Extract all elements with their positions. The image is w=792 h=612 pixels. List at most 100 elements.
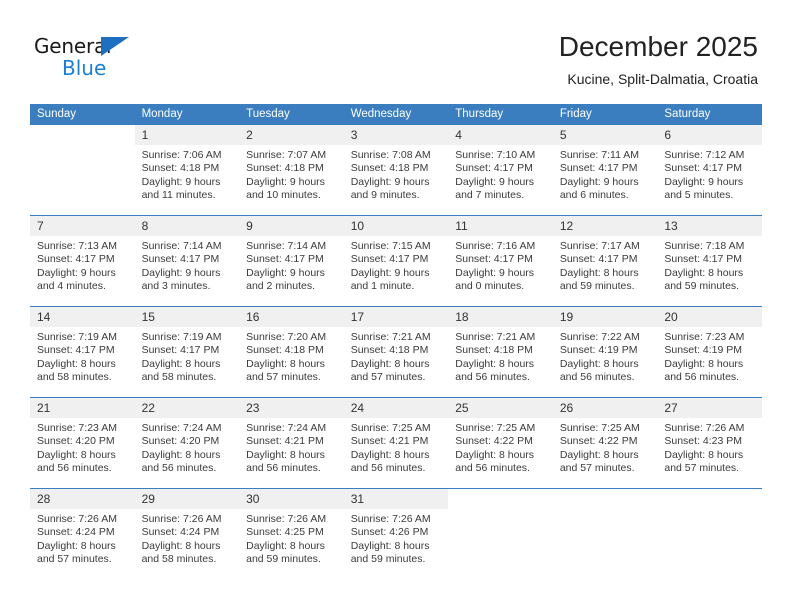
daylight-line-1: Daylight: 9 hours <box>246 175 325 188</box>
calendar-day-cell[interactable]: 15 Sunrise: 7:19 AM Sunset: 4:17 PM Dayligh… <box>134 306 240 398</box>
calendar-day-cell[interactable]: 12 Sunrise: 7:17 AM Sunset: 4:17 PM Dayligh… <box>552 215 658 307</box>
day-sun-info: Sunrise: 7:26 AM Sunset: 4:23 PM Daylight:… <box>657 418 762 475</box>
day-cell-inner: 16 Sunrise: 7:20 AM Sunset: 4:18 PM Dayligh… <box>239 307 344 397</box>
day-sun-info: Sunrise: 7:16 AM Sunset: 4:17 PM Daylight:… <box>448 236 553 293</box>
calendar-day-cell[interactable]: 19 Sunrise: 7:22 AM Sunset: 4:19 PM Dayligh… <box>552 306 658 398</box>
calendar-day-cell[interactable]: 3 Sunrise: 7:08 AM Sunset: 4:18 PM Daylight… <box>343 125 449 216</box>
sunset-line: Sunset: 4:23 PM <box>664 435 743 448</box>
calendar-day-cell[interactable]: 6 Sunrise: 7:12 AM Sunset: 4:17 PM Daylight… <box>657 125 762 216</box>
day-cell-inner <box>448 489 553 579</box>
day-number: 15 <box>134 307 240 327</box>
day-number <box>30 125 135 145</box>
daylight-line-1: Daylight: 8 hours <box>246 539 325 552</box>
calendar-day-cell[interactable]: 25 Sunrise: 7:25 AM Sunset: 4:22 PM Dayligh… <box>448 397 553 489</box>
day-number: 23 <box>239 398 344 418</box>
calendar-day-cell[interactable]: 26 Sunrise: 7:25 AM Sunset: 4:22 PM Dayligh… <box>552 397 658 489</box>
day-cell-inner: 19 Sunrise: 7:22 AM Sunset: 4:19 PM Dayligh… <box>552 307 658 397</box>
day-cell-inner <box>657 489 762 579</box>
page-subtitle-location: Kucine, Split-Dalmatia, Croatia <box>567 71 758 87</box>
calendar-week-row: 1 Sunrise: 7:06 AM Sunset: 4:18 PM Daylight… <box>30 125 762 216</box>
daylight-line-1: Daylight: 8 hours <box>37 448 116 461</box>
day-sun-info: Sunrise: 7:12 AM Sunset: 4:17 PM Daylight:… <box>657 145 762 202</box>
daylight-line-2: and 6 minutes. <box>559 188 629 201</box>
calendar-day-cell[interactable]: 8 Sunrise: 7:14 AM Sunset: 4:17 PM Daylight… <box>134 215 240 307</box>
daylight-line-2: and 56 minutes. <box>246 461 321 474</box>
day-number: 25 <box>448 398 553 418</box>
daylight-line-2: and 57 minutes. <box>664 461 740 474</box>
calendar-day-cell[interactable]: 13 Sunrise: 7:18 AM Sunset: 4:17 PM Dayligh… <box>657 215 762 307</box>
calendar-day-cell[interactable]: 16 Sunrise: 7:20 AM Sunset: 4:18 PM Dayligh… <box>239 306 344 398</box>
day-sun-info <box>448 509 553 513</box>
day-sun-info: Sunrise: 7:26 AM Sunset: 4:24 PM Daylight:… <box>135 509 240 566</box>
calendar-day-cell[interactable]: 23 Sunrise: 7:24 AM Sunset: 4:21 PM Dayligh… <box>239 397 344 489</box>
sunset-line: Sunset: 4:17 PM <box>664 162 743 175</box>
sunset-line: Sunset: 4:18 PM <box>350 344 429 357</box>
calendar-day-cell[interactable]: 14 Sunrise: 7:19 AM Sunset: 4:17 PM Dayligh… <box>30 306 135 398</box>
day-cell-inner: 15 Sunrise: 7:19 AM Sunset: 4:17 PM Dayligh… <box>134 307 240 397</box>
calendar-day-cell[interactable]: 20 Sunrise: 7:23 AM Sunset: 4:19 PM Dayligh… <box>657 306 762 398</box>
calendar-day-cell[interactable]: 5 Sunrise: 7:11 AM Sunset: 4:17 PM Daylight… <box>552 125 658 216</box>
day-cell-inner: 25 Sunrise: 7:25 AM Sunset: 4:22 PM Dayligh… <box>448 398 553 488</box>
calendar-day-cell[interactable]: 29 Sunrise: 7:26 AM Sunset: 4:24 PM Dayligh… <box>134 488 240 579</box>
sunset-line: Sunset: 4:17 PM <box>559 162 638 175</box>
sunset-line: Sunset: 4:24 PM <box>37 526 115 539</box>
day-sun-info: Sunrise: 7:23 AM Sunset: 4:20 PM Daylight:… <box>30 418 135 475</box>
calendar-day-cell[interactable]: 27 Sunrise: 7:26 AM Sunset: 4:23 PM Dayligh… <box>657 397 762 489</box>
day-number: 4 <box>448 125 553 145</box>
calendar-day-cell[interactable]: 18 Sunrise: 7:21 AM Sunset: 4:18 PM Dayligh… <box>448 306 553 398</box>
daylight-line-1: Daylight: 8 hours <box>246 448 325 461</box>
calendar-day-cell[interactable]: 4 Sunrise: 7:10 AM Sunset: 4:17 PM Daylight… <box>448 125 553 216</box>
daylight-line-2: and 0 minutes. <box>455 279 525 292</box>
calendar-day-cell[interactable]: 10 Sunrise: 7:15 AM Sunset: 4:17 PM Dayligh… <box>343 215 449 307</box>
day-sun-info: Sunrise: 7:19 AM Sunset: 4:17 PM Daylight:… <box>30 327 135 384</box>
calendar-day-cell[interactable]: 1 Sunrise: 7:06 AM Sunset: 4:18 PM Daylight… <box>134 125 240 216</box>
sunset-line: Sunset: 4:17 PM <box>559 253 638 266</box>
daylight-line-2: and 59 minutes. <box>559 279 635 292</box>
calendar-day-cell[interactable]: 28 Sunrise: 7:26 AM Sunset: 4:24 PM Dayligh… <box>30 488 135 579</box>
day-cell-inner: 23 Sunrise: 7:24 AM Sunset: 4:21 PM Dayligh… <box>239 398 344 488</box>
sunset-line: Sunset: 4:17 PM <box>246 253 324 266</box>
day-sun-info: Sunrise: 7:25 AM Sunset: 4:22 PM Daylight:… <box>553 418 658 475</box>
day-number: 16 <box>239 307 344 327</box>
sunset-line: Sunset: 4:17 PM <box>37 253 115 266</box>
calendar-day-cell[interactable]: 7 Sunrise: 7:13 AM Sunset: 4:17 PM Daylight… <box>30 215 135 307</box>
day-number <box>552 489 658 509</box>
calendar-table: Sunday Monday Tuesday Wednesday Thursday Frid… <box>30 104 762 579</box>
sunrise-line: Sunrise: 7:25 AM <box>455 422 536 434</box>
calendar-day-cell[interactable]: 11 Sunrise: 7:16 AM Sunset: 4:17 PM Dayligh… <box>448 215 553 307</box>
day-number: 28 <box>30 489 135 509</box>
daylight-line-1: Daylight: 9 hours <box>664 175 744 188</box>
daylight-line-1: Daylight: 8 hours <box>350 539 430 552</box>
day-sun-info: Sunrise: 7:24 AM Sunset: 4:20 PM Daylight:… <box>135 418 240 475</box>
day-cell-inner: 21 Sunrise: 7:23 AM Sunset: 4:20 PM Dayligh… <box>30 398 135 488</box>
sunset-line: Sunset: 4:18 PM <box>141 162 220 175</box>
calendar-day-cell[interactable]: 22 Sunrise: 7:24 AM Sunset: 4:20 PM Dayligh… <box>134 397 240 489</box>
day-number: 13 <box>657 216 762 236</box>
day-cell-inner: 7 Sunrise: 7:13 AM Sunset: 4:17 PM Daylight… <box>30 216 135 306</box>
calendar-day-cell[interactable]: 24 Sunrise: 7:25 AM Sunset: 4:21 PM Dayligh… <box>343 397 449 489</box>
calendar-day-cell[interactable]: 21 Sunrise: 7:23 AM Sunset: 4:20 PM Dayligh… <box>30 397 135 489</box>
daylight-line-2: and 59 minutes. <box>664 279 740 292</box>
weekday-header-wednesday: Wednesday <box>343 104 449 125</box>
daylight-line-1: Daylight: 9 hours <box>141 175 221 188</box>
daylight-line-2: and 56 minutes. <box>455 461 530 474</box>
sunrise-line: Sunrise: 7:07 AM <box>246 149 327 161</box>
day-number <box>448 489 553 509</box>
calendar-day-cell[interactable]: 17 Sunrise: 7:21 AM Sunset: 4:18 PM Dayligh… <box>343 306 449 398</box>
page-title: December 2025 <box>558 31 758 62</box>
sunrise-line: Sunrise: 7:20 AM <box>246 331 327 343</box>
calendar-day-cell-empty <box>30 125 135 216</box>
daylight-line-1: Daylight: 9 hours <box>559 175 639 188</box>
calendar-day-cell[interactable]: 31 Sunrise: 7:26 AM Sunset: 4:26 PM Dayligh… <box>343 488 449 579</box>
sunrise-line: Sunrise: 7:14 AM <box>141 240 222 252</box>
calendar-day-cell[interactable]: 2 Sunrise: 7:07 AM Sunset: 4:18 PM Daylight… <box>239 125 344 216</box>
day-cell-inner: 11 Sunrise: 7:16 AM Sunset: 4:17 PM Dayligh… <box>448 216 553 306</box>
sunset-line: Sunset: 4:26 PM <box>350 526 429 539</box>
sunset-line: Sunset: 4:21 PM <box>350 435 429 448</box>
daylight-line-2: and 58 minutes. <box>141 370 217 383</box>
daylight-line-2: and 11 minutes. <box>141 188 216 201</box>
daylight-line-1: Daylight: 8 hours <box>37 357 116 370</box>
calendar-day-cell[interactable]: 30 Sunrise: 7:26 AM Sunset: 4:25 PM Dayligh… <box>239 488 344 579</box>
day-sun-info <box>553 509 658 513</box>
calendar-day-cell[interactable]: 9 Sunrise: 7:14 AM Sunset: 4:17 PM Daylight… <box>239 215 344 307</box>
